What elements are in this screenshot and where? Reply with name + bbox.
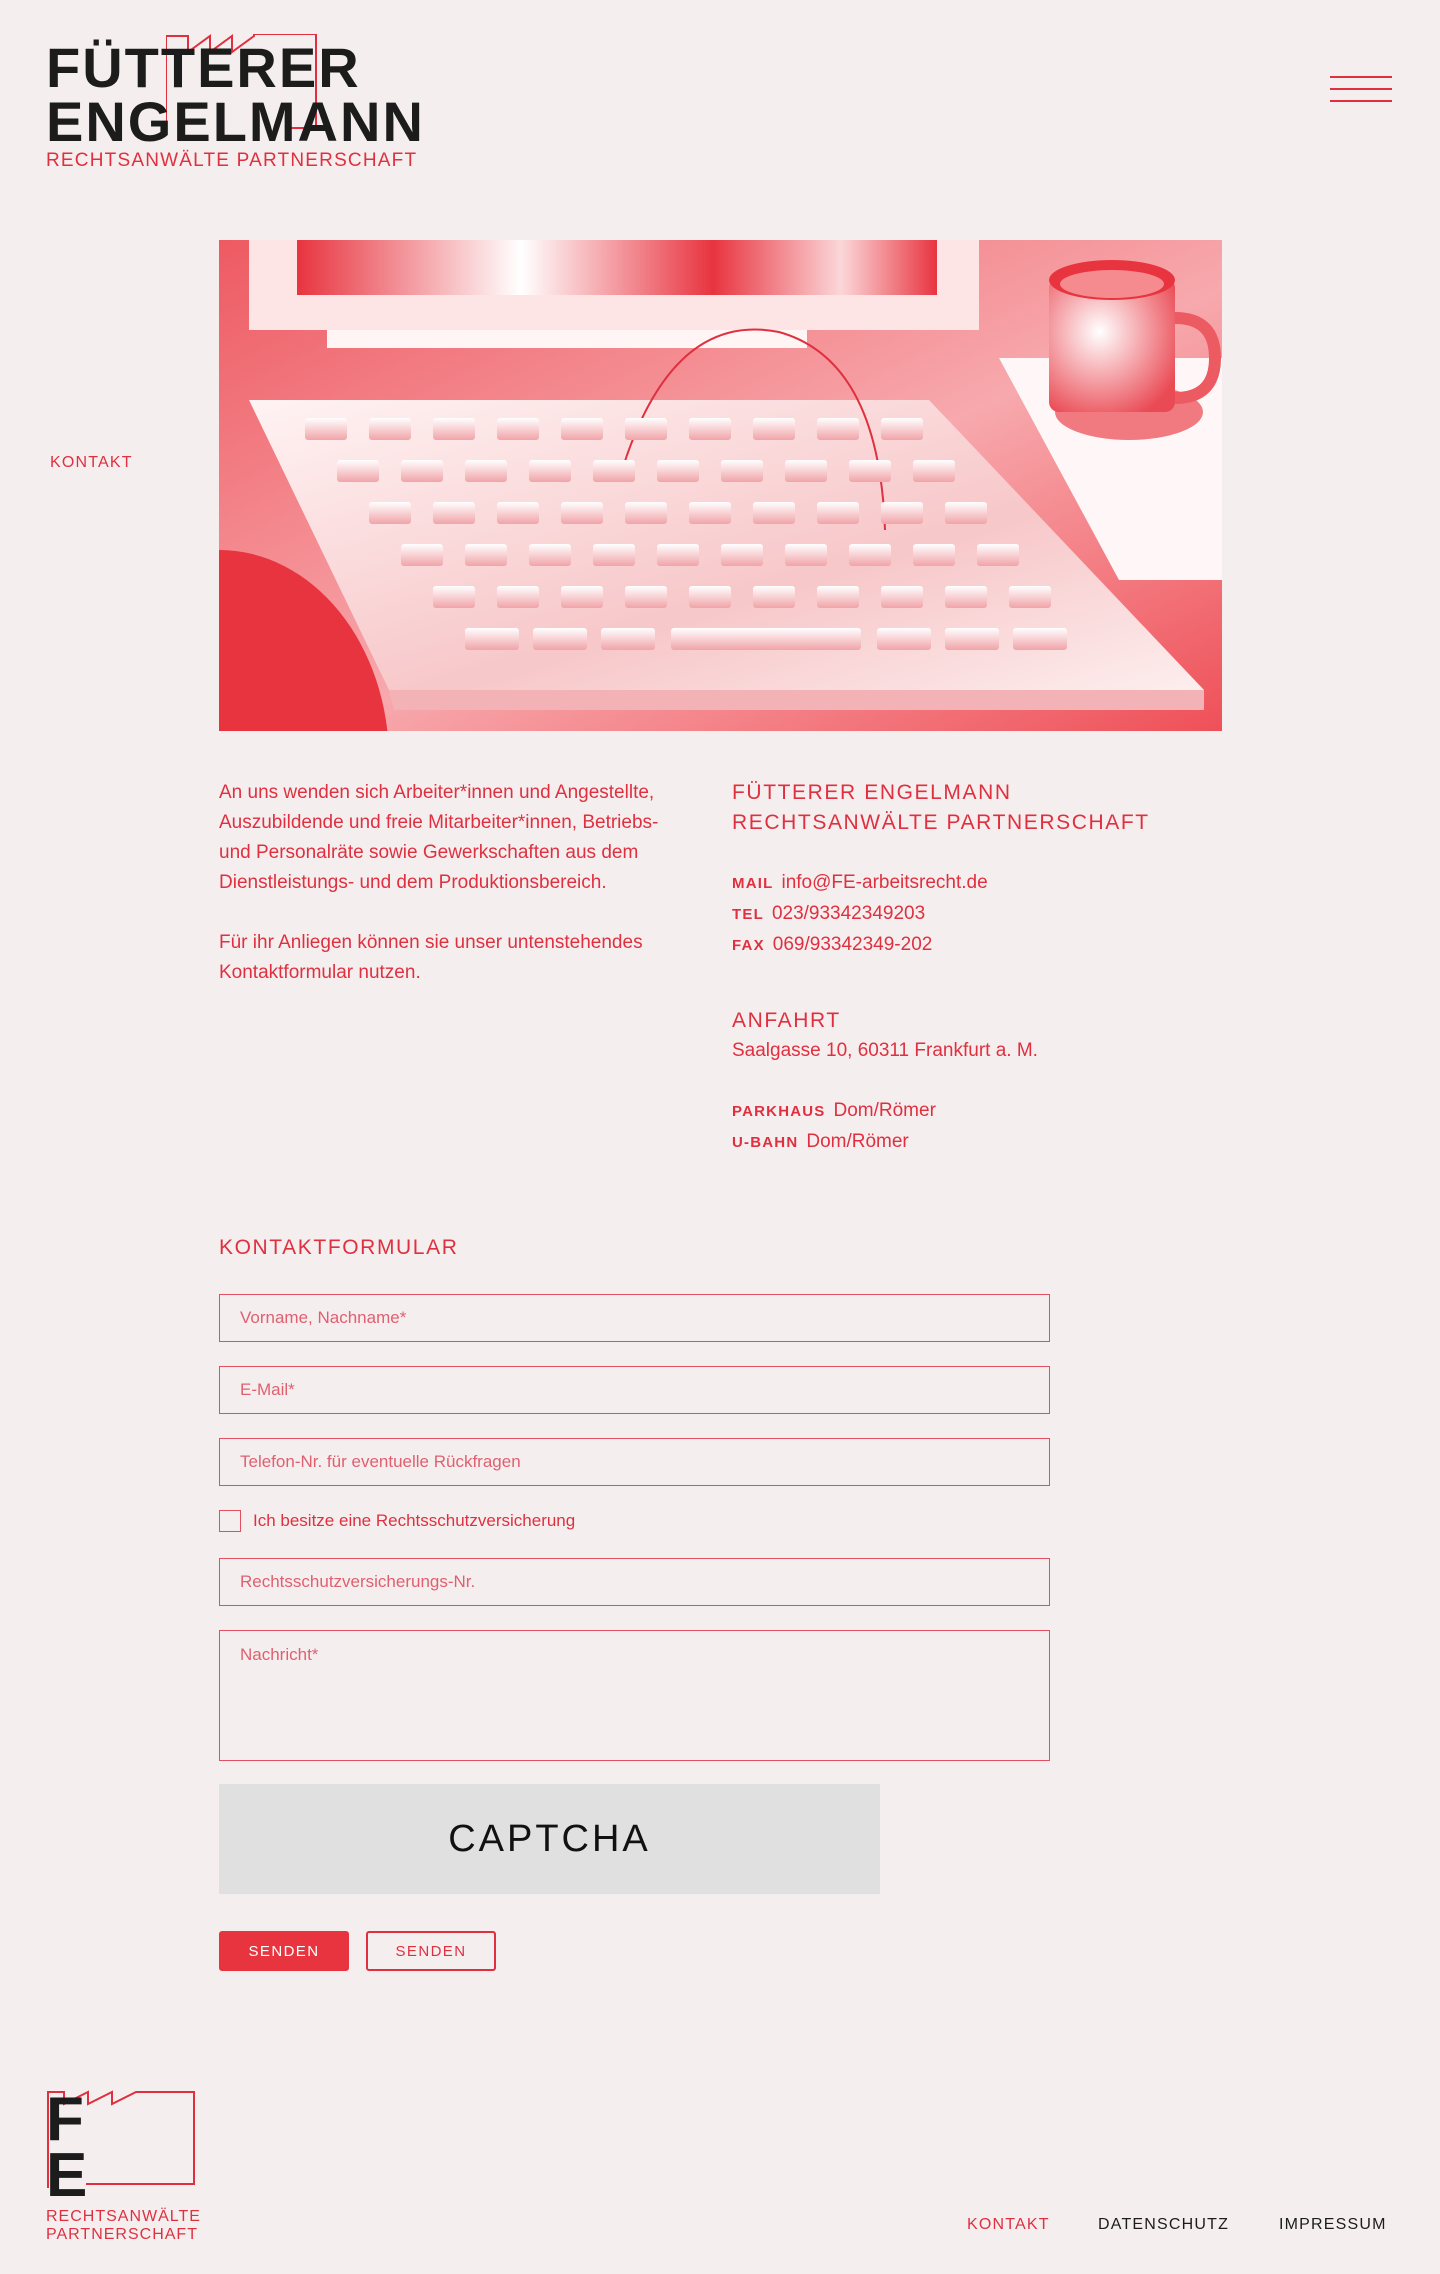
logo-line-2: ENGELMANN <box>46 90 425 153</box>
address: Saalgasse 10, 60311 Frankfurt a. M. <box>732 1040 1038 1061</box>
captcha-text: CAPTCHA <box>448 1817 651 1860</box>
form-title: KONTAKTFORMULAR <box>219 1236 459 1259</box>
footer-logo-letter-e: E <box>46 2141 88 2210</box>
section-label: KONTAKT <box>50 454 133 471</box>
footer-logo-letter-f: F <box>46 2085 84 2154</box>
submit-button-outline[interactable]: SENDEN <box>366 1931 496 1971</box>
hamburger-menu-icon[interactable] <box>1330 74 1392 106</box>
tel-row: TEL 023/93342349203 <box>732 899 1212 930</box>
name-input[interactable] <box>219 1294 1050 1342</box>
intro-paragraph-2: Für ihr Anliegen können sie unser untens… <box>219 932 643 983</box>
mail-label: MAIL <box>732 875 774 892</box>
fax-label: FAX <box>732 937 765 954</box>
footer-nav-kontakt[interactable]: KONTAKT <box>967 2216 1050 2234</box>
parking-value: Dom/Römer <box>833 1100 936 1121</box>
typewriter-illustration <box>219 240 1222 731</box>
captcha-box[interactable]: CAPTCHA <box>219 1784 880 1894</box>
email-input[interactable] <box>219 1366 1050 1414</box>
directions-heading: ANFAHRT <box>732 1009 841 1032</box>
phone-input[interactable] <box>219 1438 1050 1486</box>
insurance-number-input[interactable] <box>219 1558 1050 1606</box>
site-logo[interactable]: FÜTTERER ENGELMANN RECHTSANWÄLTE PARTNER… <box>46 34 446 178</box>
footer-nav-impressum[interactable]: IMPRESSUM <box>1279 2216 1387 2234</box>
submit-button[interactable]: SENDEN <box>219 1931 349 1971</box>
tel-label: TEL <box>732 906 764 923</box>
contact-details: FÜTTERER ENGELMANN RECHTSANWÄLTE PARTNER… <box>732 778 1212 1158</box>
hero-illustration <box>219 240 1222 731</box>
parking-label: PARKHAUS <box>732 1103 826 1120</box>
subway-value: Dom/Römer <box>806 1131 909 1152</box>
fax-value: 069/93342349-202 <box>772 934 933 955</box>
intro-paragraph-1: An uns wenden sich Arbeiter*innen und An… <box>219 782 659 893</box>
footer-logo[interactable]: F E RECHTSANWÄLTE PARTNERSCHAFT <box>46 2085 206 2244</box>
insurance-checkbox-label: Ich besitze eine Rechtsschutzversicherun… <box>253 1511 576 1530</box>
parking-row: PARKHAUS Dom/Römer <box>732 1096 1212 1127</box>
tel-link[interactable]: 023/93342349203 <box>772 903 925 924</box>
footer-logo-subtitle-2: PARTNERSCHAFT <box>46 2226 198 2243</box>
logo-line-1: FÜTTERER <box>46 36 361 99</box>
footer-logo-subtitle-1: RECHTSANWÄLTE <box>46 2208 201 2225</box>
intro-text: An uns wenden sich Arbeiter*innen und An… <box>219 778 679 1018</box>
fax-row: FAX 069/93342349-202 <box>732 930 1212 961</box>
insurance-checkbox[interactable] <box>219 1510 241 1532</box>
subway-label: U-BAHN <box>732 1134 799 1151</box>
menu-line <box>1330 100 1392 102</box>
firm-name-line-1: FÜTTERER ENGELMANN <box>732 781 1012 804</box>
menu-line <box>1330 76 1392 78</box>
menu-line <box>1330 88 1392 90</box>
logo-subtitle: RECHTSANWÄLTE PARTNERSCHAFT <box>46 150 418 171</box>
footer-nav-datenschutz[interactable]: DATENSCHUTZ <box>1098 2216 1229 2234</box>
mail-link[interactable]: info@FE-arbeitsrecht.de <box>781 872 987 893</box>
message-textarea[interactable] <box>219 1630 1050 1761</box>
insurance-checkbox-row: Ich besitze eine Rechtsschutzversicherun… <box>219 1510 575 1532</box>
subway-row: U-BAHN Dom/Römer <box>732 1127 1212 1158</box>
mail-row: MAIL info@FE-arbeitsrecht.de <box>732 868 1212 899</box>
firm-name-line-2: RECHTSANWÄLTE PARTNERSCHAFT <box>732 811 1150 834</box>
